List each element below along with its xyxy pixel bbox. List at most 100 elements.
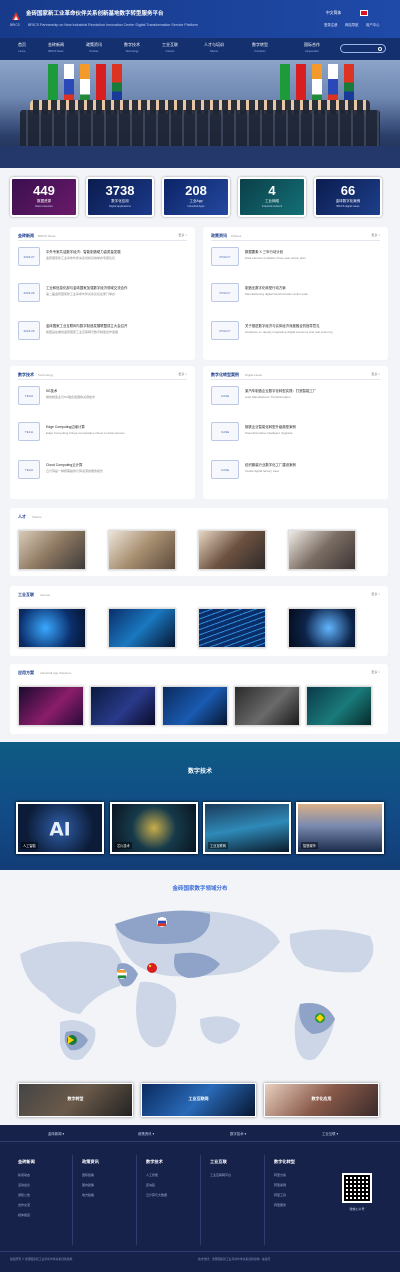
footer-link[interactable]: 工业互联网平台 — [210, 1173, 231, 1177]
list-item[interactable]: TECH Cloud Computing云计算 云计算是一种按需提供计算资源的服… — [18, 460, 187, 482]
main-nav: 首页 Home 金砖新闻 BRICS News 政策资讯 Policies 数字技术 T… — [0, 38, 400, 60]
icon-label: CASE — [220, 468, 230, 472]
bottom-card-apps[interactable]: 数字化应用 — [264, 1083, 379, 1117]
nav-item-technology[interactable]: 数字技术 Technology — [118, 42, 146, 53]
bottom-card-transform[interactable]: 数字转型 — [18, 1083, 133, 1117]
smart-city-card[interactable]: 智慧城市 — [296, 802, 384, 854]
nav-item-policies[interactable]: 政策资讯 Policies — [80, 42, 108, 53]
search-input[interactable] — [340, 44, 386, 53]
more-link[interactable]: 更多 > — [178, 233, 187, 237]
footer-link[interactable]: 合作交流 — [18, 1203, 30, 1207]
footer-link[interactable]: 转型方案 — [274, 1173, 286, 1177]
footer-top-link[interactable]: 政策资讯 ▾ — [138, 1131, 154, 1136]
list-item[interactable]: 2023-05 金砖国家工业互联网与数字制造发展联盟成立大会召开 联盟旨在推动金… — [18, 321, 187, 343]
bottom-card-internet[interactable]: 工业互联网 — [141, 1083, 256, 1117]
hero-banner[interactable] — [0, 60, 400, 168]
world-map[interactable] — [0, 894, 400, 1084]
case-title[interactable]: 某汽车制造企业数字化转型实践：打造智能工厂 — [245, 388, 316, 393]
industry-thumbnail[interactable] — [288, 608, 356, 648]
nav-item-internet[interactable]: 工业互联 Internet — [156, 42, 184, 53]
ai-card[interactable]: AI 人工智能 — [16, 802, 104, 854]
icon-label: CASE — [220, 394, 230, 398]
more-link[interactable]: 更多 > — [371, 592, 380, 596]
list-item[interactable]: 2023-07 中外专家共话数字经济：智能制造助力高质量发展 金砖国家新工业革命… — [18, 247, 187, 269]
footer-link[interactable]: 人工智能 — [146, 1173, 158, 1177]
tech-panel: 数字技术 Technology 更多 > TECH 5G技术 推动制造业与5G融… — [10, 366, 195, 499]
policy-title[interactable]: 制造业数字化转型行动方案 — [245, 285, 286, 290]
talent-thumbnail[interactable] — [288, 530, 356, 570]
footer-link[interactable]: 国际政策 — [82, 1173, 94, 1177]
footer-link[interactable]: 转型服务 — [274, 1203, 286, 1207]
news-title[interactable]: 中外专家共话数字经济：智能制造助力高质量发展 — [46, 249, 121, 254]
nav-item-transform[interactable]: 数字转型 Transform — [246, 42, 274, 53]
language-selector[interactable]: 中文简体 — [326, 11, 341, 16]
case-title[interactable]: 钢铁企业智能化转型升级典型案例 — [245, 424, 296, 429]
industry-thumbnail[interactable] — [198, 608, 266, 648]
tech-title[interactable]: Edge Computing边缘计算 — [46, 424, 85, 429]
more-link[interactable]: 更多 > — [178, 372, 187, 376]
footer-top-link[interactable]: 工业互联 ▾ — [322, 1131, 338, 1136]
nav-item-news[interactable]: 金砖新闻 BRICS News — [42, 42, 70, 53]
list-item[interactable]: TECH Edge Computing边缘计算 Edge Computing b… — [18, 422, 187, 444]
user-center-link[interactable]: 用户中心 — [366, 22, 380, 27]
stat-brics-cases[interactable]: 66 金砖数字化案例 BRICS digital cases — [314, 177, 382, 217]
brics-logo-icon[interactable] — [10, 10, 22, 22]
industry-thumbnail[interactable] — [18, 608, 86, 648]
section-title: 人才 — [18, 514, 26, 519]
app-thumbnail[interactable] — [234, 686, 300, 726]
policy-title[interactable]: 关于推进数字经济与实体经济深度融合的指导意见 — [245, 323, 320, 328]
tech-title[interactable]: 5G技术 — [46, 388, 57, 393]
news-title[interactable]: 工业和信息化部与金砖国家加强数字经济领域交流合作 — [46, 285, 127, 290]
footer-link[interactable]: 新闻动态 — [18, 1173, 30, 1177]
stat-industrial-network[interactable]: 4 工业网络 Industrial network — [238, 177, 306, 217]
footer-link[interactable]: 区块链 — [146, 1183, 155, 1187]
tech-title[interactable]: Cloud Computing云计算 — [46, 462, 82, 467]
app-thumbnail[interactable] — [90, 686, 156, 726]
talent-thumbnail[interactable] — [108, 530, 176, 570]
more-link[interactable]: 更多 > — [371, 670, 380, 674]
list-item[interactable]: CASE 钢铁企业智能化转型升级典型案例 Steel Enterprise In… — [211, 422, 380, 444]
footer-link[interactable]: 国内政策 — [82, 1183, 94, 1187]
list-item[interactable]: 2023-06 工业和信息化部与金砖国家加强数字经济领域交流合作 第二届金砖国家… — [18, 283, 187, 305]
footer-link[interactable]: 云计算与大数据 — [146, 1193, 167, 1197]
nav-item-cooperation[interactable]: 国际合作 Cooperation — [298, 42, 326, 53]
chip-card[interactable]: 芯片技术 — [110, 802, 198, 854]
talent-thumbnail[interactable] — [198, 530, 266, 570]
search-icon[interactable] — [378, 46, 382, 51]
nav-item-home[interactable]: 首页 Home — [8, 42, 36, 53]
talent-thumbnail[interactable] — [18, 530, 86, 570]
stat-industrial-apps[interactable]: 208 工业App Industrial Apps — [162, 177, 230, 217]
list-item[interactable]: POLICY 关于推进数字经济与实体经济深度融合的指导意见 Guidance o… — [211, 321, 380, 343]
stat-digital-apps[interactable]: 3738 数字化应用 Digital applications — [86, 177, 154, 217]
site-nav-link[interactable]: 网站导航 — [345, 22, 359, 27]
list-item[interactable]: CASE 纺织服装行业数字化工厂建设案例 Textile digital fac… — [211, 460, 380, 482]
footer-link[interactable]: 活动会议 — [18, 1183, 30, 1187]
list-item[interactable]: POLICY 制造业数字化转型行动方案 Manufacturing digita… — [211, 283, 380, 305]
china-flag-icon[interactable] — [360, 10, 368, 16]
app-thumbnail[interactable] — [162, 686, 228, 726]
case-icon: CASE — [211, 386, 239, 405]
app-thumbnail[interactable] — [306, 686, 372, 726]
case-title[interactable]: 纺织服装行业数字化工厂建设案例 — [245, 462, 296, 467]
stat-data-resources[interactable]: 449 数据资源 Data resources — [10, 177, 78, 217]
footer-link[interactable]: 转型工具 — [274, 1193, 286, 1197]
footer-link[interactable]: 转型案例 — [274, 1183, 286, 1187]
list-item[interactable]: TECH 5G技术 推动制造业与5G融合发展的关键技术 — [18, 386, 187, 408]
card-label: 数字化应用 — [311, 1096, 332, 1101]
list-item[interactable]: CASE 某汽车制造企业数字化转型实践：打造智能工厂 Auto Manufact… — [211, 386, 380, 408]
industry-thumbnail[interactable] — [108, 608, 176, 648]
footer-top-link[interactable]: 金砖新闻 ▾ — [48, 1131, 64, 1136]
footer-link[interactable]: 媒体报道 — [18, 1213, 30, 1217]
footer-link[interactable]: 通知公告 — [18, 1193, 30, 1197]
more-link[interactable]: 更多 > — [371, 372, 380, 376]
list-item[interactable]: POLICY 数据要素 X 三年行动计划 Data element multip… — [211, 247, 380, 269]
policy-title[interactable]: 数据要素 X 三年行动计划 — [245, 249, 283, 254]
nav-item-talents[interactable]: 人才与培训 Talents — [196, 42, 232, 53]
login-link[interactable]: 登录注册 — [324, 22, 338, 27]
footer-top-link[interactable]: 数字技术 ▾ — [230, 1131, 246, 1136]
app-thumbnail[interactable] — [18, 686, 84, 726]
footer-link[interactable]: 地方政策 — [82, 1193, 94, 1197]
more-link[interactable]: 更多 > — [371, 233, 380, 237]
news-title[interactable]: 金砖国家工业互联网与数字制造发展联盟成立大会召开 — [46, 323, 127, 328]
internet-card[interactable]: 工业互联网 — [203, 802, 291, 854]
